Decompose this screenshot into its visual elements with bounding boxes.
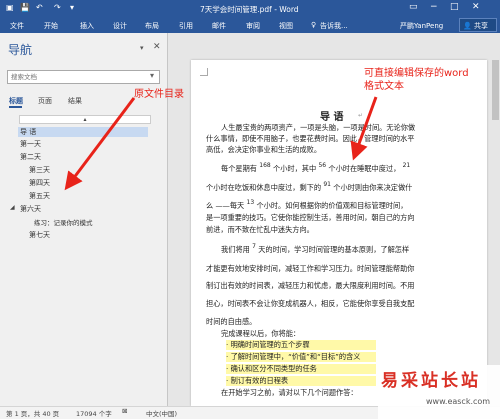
nav-heading-intro[interactable]: 导 语 — [18, 127, 148, 137]
nav-tab-pages[interactable]: 页面 — [38, 96, 52, 106]
nav-options-dropdown-icon[interactable]: ▾ — [140, 44, 144, 52]
tab-home[interactable]: 开始 — [44, 21, 58, 31]
doc-text: 个小时在睡眠中度过， — [328, 164, 401, 173]
doc-text: 我们将用 — [221, 245, 250, 254]
window-title: 7天学会时间管理.pdf - Word — [200, 5, 299, 14]
share-button[interactable]: 👤 共享 — [459, 18, 497, 32]
nav-heading-day2[interactable]: 第二天 — [20, 152, 41, 162]
tab-references[interactable]: 引用 — [179, 21, 193, 31]
doc-bullet-highlight: · 制订有效的日程表 — [226, 376, 376, 386]
doc-text: 天的时间，学习时间管理的基本原则，了解怎样 — [258, 245, 410, 254]
paragraph-mark: ↵ — [358, 112, 364, 119]
customize-qat-icon[interactable]: ▾ — [70, 3, 74, 13]
close-icon[interactable]: ✕ — [472, 2, 480, 13]
doc-number: 13 — [246, 199, 255, 206]
doc-text: 个小时，其中 — [273, 164, 317, 173]
status-language[interactable]: 中文(中国) — [146, 408, 177, 418]
doc-bullet-highlight: · 明确时间管理的五个步骤 — [226, 340, 376, 350]
share-person-icon: 👤 — [463, 22, 472, 30]
undo-icon[interactable]: ↶ — [36, 3, 43, 13]
doc-line: 每个星期有 168 个小时，其中 56 个小时在睡眠中度过， 21 — [221, 162, 411, 174]
doc-line: 是一项重要的技巧。它使你能控制生活，善用时间，朝自己的方向 — [206, 213, 415, 222]
ribbon-display-icon[interactable]: ▭ — [409, 2, 418, 13]
nav-tab-active-indicator — [9, 106, 22, 108]
share-label: 共享 — [473, 22, 488, 30]
user-name[interactable]: 严鹏YanPeng — [400, 21, 443, 31]
doc-number: 168 — [259, 162, 271, 169]
doc-number: 56 — [318, 162, 327, 169]
doc-number: 7 — [252, 243, 256, 250]
nav-heading-day4[interactable]: 第四天 — [29, 178, 50, 188]
doc-line: 高低，会决定你事业和生活的成败。 — [206, 145, 322, 154]
save-icon[interactable]: 💾 — [20, 3, 30, 13]
nav-heading-exercise[interactable]: 练习：记录你的模式 — [34, 217, 93, 227]
word-logo-icon: ▣ — [6, 3, 14, 12]
doc-bullet-highlight: · 确认和区分不同类型的任务 — [226, 364, 376, 374]
tab-layout[interactable]: 布局 — [145, 21, 159, 31]
nav-search-input[interactable] — [7, 70, 160, 84]
doc-line: 我们将用 7 天的时间，学习时间管理的基本原则，了解怎样 — [221, 243, 410, 255]
nav-pane-title: 导航 — [8, 43, 33, 57]
nav-heading-day1[interactable]: 第一天 — [20, 139, 41, 149]
doc-line: 前进，而不致在忙乱中迷失方向。 — [206, 225, 314, 234]
tab-file[interactable]: 文件 — [10, 21, 24, 31]
maximize-icon[interactable]: □ — [450, 2, 459, 13]
doc-text: 每个星期有 — [221, 164, 257, 173]
doc-number: 21 — [402, 162, 411, 169]
expand-triangle-icon[interactable]: ◢ — [10, 204, 15, 211]
doc-line: 制订出有效的时间表，减轻压力和忧虑，最大限度利用时间。不用 — [206, 281, 415, 290]
lightbulb-icon: ♀ — [311, 21, 317, 29]
tab-mailings[interactable]: 邮件 — [212, 21, 226, 31]
ribbon-tabs: 文件 开始 插入 设计 布局 引用 邮件 审阅 视图 ♀ 告诉我... 严鹏Ya… — [0, 17, 500, 33]
minimize-icon[interactable]: − — [430, 2, 438, 13]
nav-heading-day6[interactable]: 第六天 — [20, 204, 41, 214]
doc-line: 么 ——每天 13 个小时。如何根据你的价值观和目标管理时间， — [206, 199, 408, 211]
doc-text: 个小时在吃饭和休息中度过，剩下的 — [206, 183, 322, 192]
nav-search-dropdown-icon[interactable]: ▾ — [150, 71, 154, 80]
nav-heading-day5[interactable]: 第五天 — [29, 191, 50, 201]
nav-heading-day7[interactable]: 第七天 — [29, 230, 50, 240]
nav-close-icon[interactable]: ✕ — [153, 42, 161, 52]
status-page-count[interactable]: 第 1 页，共 40 页 — [6, 408, 59, 418]
nav-tab-headings[interactable]: 标题 — [9, 96, 23, 106]
doc-number: 91 — [323, 181, 331, 188]
tab-insert[interactable]: 插入 — [80, 21, 94, 31]
margin-corner-mark — [200, 68, 208, 76]
tab-review[interactable]: 审阅 — [246, 21, 260, 31]
tab-design[interactable]: 设计 — [113, 21, 127, 31]
doc-line: 人生最宝贵的两项资产，一项是头脑，一项是时间。无论你做 — [221, 123, 416, 132]
watermark-url: www.easck.com — [426, 397, 491, 406]
doc-line: 在开始学习之前，请对以下几个问题作答： — [221, 388, 358, 397]
nav-tab-results[interactable]: 结果 — [68, 96, 82, 106]
doc-line: 完成课程以后，你将能： — [221, 329, 301, 338]
collapse-all-bar[interactable]: ▴ — [19, 115, 151, 124]
doc-line: 什么事情，即使不用脑子，也要花费时间。因此，管理时间的水平 — [206, 134, 415, 143]
status-word-count[interactable]: 17094 个字 — [76, 408, 112, 418]
doc-text: 么 ——每天 — [206, 201, 245, 210]
doc-line: 担心，时间表不会让你变成机器人，相反，它能使你享受自我支配 — [206, 299, 415, 308]
proofing-icon[interactable]: ⊠ — [122, 407, 127, 415]
annotation-original-toc: 原文件目录 — [134, 89, 184, 100]
tab-view[interactable]: 视图 — [279, 21, 293, 31]
redo-icon[interactable]: ↷ — [54, 3, 61, 13]
watermark-logo-text: 易采站长站 — [381, 371, 481, 391]
annotation-editable-line2: 格式文本 — [364, 81, 404, 92]
doc-line: 时间的自由感。 — [206, 317, 257, 326]
doc-line: 个小时在吃饭和休息中度过，剩下的 91 个小时则由你来决定做什 — [206, 181, 413, 193]
nav-heading-day3[interactable]: 第三天 — [29, 165, 50, 175]
scrollbar-thumb[interactable] — [492, 60, 499, 120]
document-heading: 导 语 — [320, 112, 344, 123]
doc-bullet-highlight: · 了解时间管理中，“价值”和“目标”的含义 — [226, 352, 376, 362]
doc-text: 个小时。如何根据你的价值观和目标管理时间， — [256, 201, 408, 210]
tell-me-search[interactable]: 告诉我... — [320, 21, 348, 31]
doc-line: 才能更有效地安排时间，减轻工作和学习压力。时间管理能帮助你 — [206, 264, 415, 273]
title-bar: ▣ 💾 ↶ ↷ ▾ 7天学会时间管理.pdf - Word ▭ − □ ✕ — [0, 0, 500, 17]
doc-text: 个小时则由你来决定做什 — [333, 183, 413, 192]
